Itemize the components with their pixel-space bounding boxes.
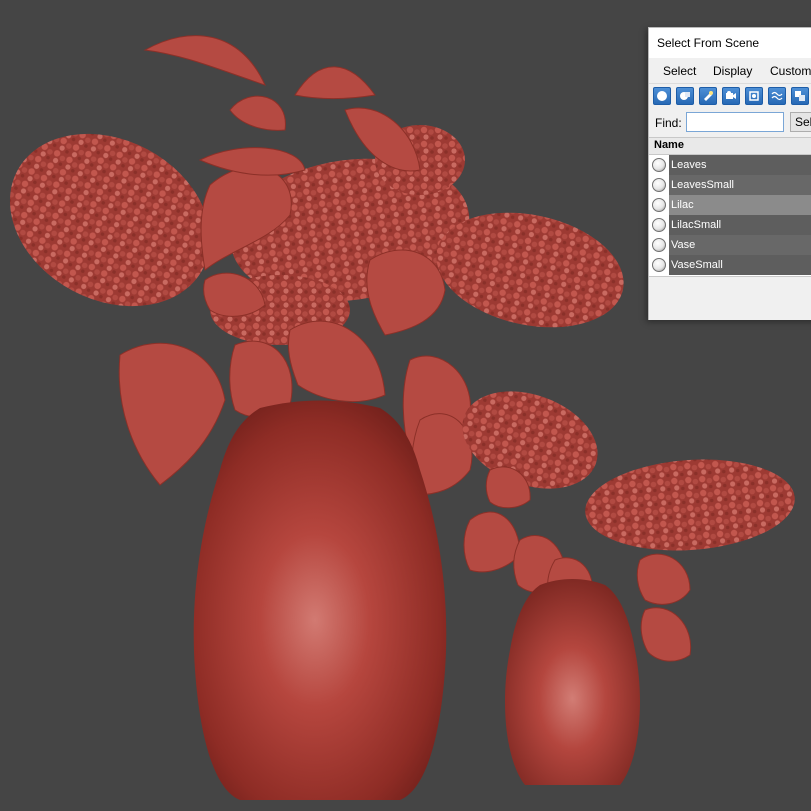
geometry-icon [652,258,666,272]
vase-small [505,579,640,785]
select-button[interactable]: Select [790,112,811,132]
list-item-label: Lilac [669,195,811,215]
geometry-icon [652,238,666,252]
menu-customize[interactable]: Customize [770,64,811,78]
menu-display[interactable]: Display [713,64,752,78]
list-item-label: LeavesSmall [669,175,811,195]
geometry-icon [652,198,666,212]
find-label: Find: [655,116,682,130]
geometry-icon [652,178,666,192]
dialog-title: Select From Scene [657,36,760,50]
list-item-vase[interactable]: Vase [649,235,811,255]
list-item-leaves[interactable]: Leaves [649,155,811,175]
spacewarps-filter-icon[interactable] [768,87,786,105]
menu-select[interactable]: Select [663,64,696,78]
find-input[interactable] [686,112,784,132]
select-from-scene-dialog[interactable]: Select From Scene Select Display Customi… [648,27,811,320]
sphere-filter-icon[interactable] [653,87,671,105]
name-column-header-label: Name [654,139,684,151]
lilac-large [9,125,624,345]
lights-filter-icon[interactable] [699,87,717,105]
geometry-icon [652,158,666,172]
cameras-filter-icon[interactable] [722,87,740,105]
menu-bar: Select Display Customize [649,58,811,84]
find-row: Find: Select [649,110,811,136]
geometry-icon [652,218,666,232]
vase-large [193,400,447,800]
object-list[interactable]: Name Leaves LeavesSmall Lilac LilacSmall… [649,137,811,277]
list-item-lilac[interactable]: Lilac [649,195,811,215]
list-item-label: Vase [669,235,811,255]
name-column-header[interactable]: Name [649,138,811,155]
shapes-filter-icon[interactable] [676,87,694,105]
list-item-label: LilacSmall [669,215,811,235]
filter-toolbar [649,84,811,110]
list-item-label: VaseSmall [669,255,811,275]
list-item-lilacsmall[interactable]: LilacSmall [649,215,811,235]
dialog-footer [649,276,811,320]
helpers-filter-icon[interactable] [745,87,763,105]
groups-filter-icon[interactable] [791,87,809,105]
list-item-label: Leaves [669,155,811,175]
title-bar[interactable]: Select From Scene [649,28,811,58]
list-item-leavessmall[interactable]: LeavesSmall [649,175,811,195]
list-item-vasesmall[interactable]: VaseSmall [649,255,811,275]
